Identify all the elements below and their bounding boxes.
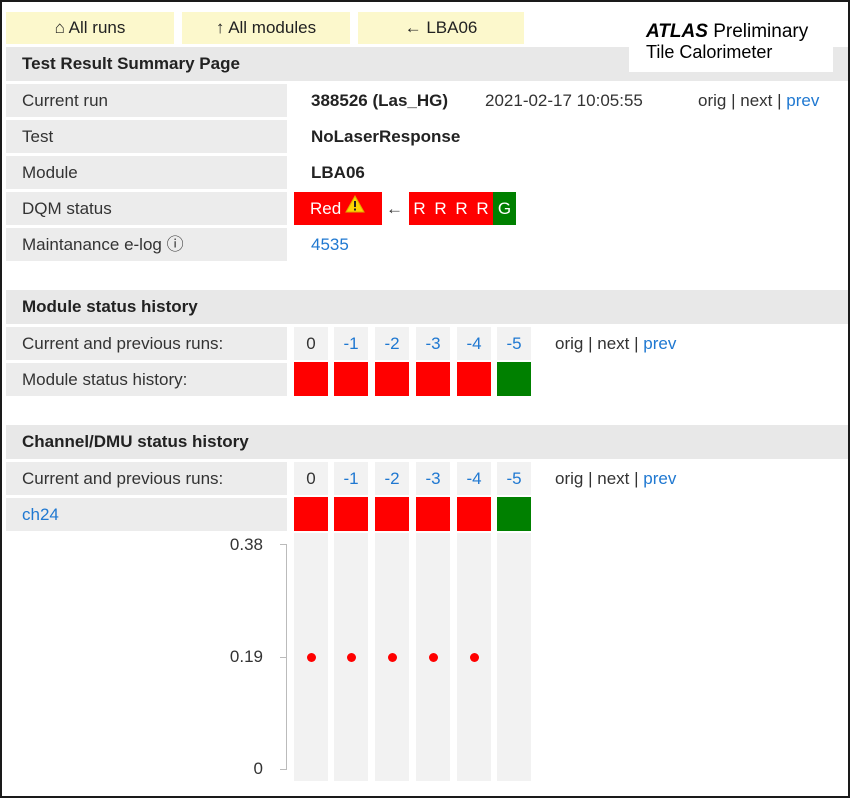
dqm-history-cell: R [430,192,451,225]
run-offset-link[interactable]: -2 [375,462,409,495]
channel-status-cell[interactable] [334,497,368,531]
orig-link[interactable]: orig [555,334,583,353]
channel-runs-label: Current and previous runs: [6,462,287,495]
orig-link[interactable]: orig [555,469,583,488]
y-tick-mark [280,544,287,545]
module-status-cell[interactable] [416,362,450,396]
tile-calorimeter-label: Tile Calorimeter [646,42,773,62]
dqm-status-badge: Red [294,192,382,225]
run-offset-link[interactable]: -1 [334,327,368,360]
run-offset-link[interactable]: -3 [416,462,450,495]
warning-icon [345,191,366,224]
dqm-history-cell: R [451,192,472,225]
run-offset-link[interactable]: -2 [375,327,409,360]
module-status-cell[interactable] [334,362,368,396]
channel-history-section-title: Channel/DMU status history [6,425,848,459]
dqm-status-text: Red [310,199,342,218]
test-value: NoLaserResponse [311,127,461,146]
run-offset-link[interactable]: -4 [457,462,491,495]
atlas-label: ATLAS [646,21,708,42]
all-modules-button[interactable]: ↑ All modules [182,12,350,44]
dqm-history-arrow: ← [386,199,403,218]
y-tick-mark [280,657,287,658]
atlas-watermark: ATLAS Preliminary Tile Calorimeter [629,16,833,72]
next-link[interactable]: next [740,91,772,110]
y-tick-label: 0 [253,759,263,778]
module-status-label: Module status history: [6,363,287,396]
channel-status-cell[interactable] [375,497,409,531]
chart-column [497,533,531,781]
module-value: LBA06 [311,163,365,182]
nav-separator: | [772,91,787,110]
module-status-cell[interactable] [375,362,409,396]
nav-separator: | [629,469,644,488]
test-label: Test [6,120,287,153]
module-runs-label: Current and previous runs: [6,327,287,360]
nav-separator: | [583,334,598,353]
elog-link[interactable]: 4535 [311,228,349,261]
preliminary-label: Preliminary [713,21,809,42]
current-run-datetime: 2021-02-17 10:05:55 [485,91,643,110]
y-tick-label: 0.38 [229,535,263,554]
channel-run-nav-links: orig | next | prev [555,462,676,495]
module-history-section-title: Module status history [6,290,848,324]
prev-link[interactable]: prev [786,91,819,110]
module-status-cell[interactable] [294,362,328,396]
run-offset-link[interactable]: -1 [334,462,368,495]
run-offset-label: 0 [294,327,328,360]
channel-status-cell[interactable] [294,497,328,531]
channel-status-cell[interactable] [457,497,491,531]
orig-link[interactable]: orig [698,91,726,110]
all-runs-button[interactable]: ⌂ All runs [6,12,174,44]
run-offset-link[interactable]: -5 [497,327,531,360]
data-point [387,652,397,662]
run-offset-link[interactable]: -4 [457,327,491,360]
dqm-status-label: DQM status [6,192,287,225]
data-point [469,652,479,662]
prev-link[interactable]: prev [643,469,676,488]
run-offset-label: 0 [294,462,328,495]
nav-separator: | [583,469,598,488]
module-status-cell[interactable] [457,362,491,396]
prev-link[interactable]: prev [643,334,676,353]
next-link[interactable]: next [597,469,629,488]
current-run-value: 388526 (Las_HG) [311,91,449,110]
module-label: Module [6,156,287,189]
module-run-nav-links: orig | next | prev [555,327,676,360]
back-to-module-button[interactable]: ← LBA06 [358,12,524,44]
elog-label: Maintanance e-log ⓘ [6,228,287,261]
nav-separator: | [726,91,741,110]
dqm-history-cell: R [472,192,493,225]
y-tick-mark [280,769,287,770]
nav-separator: | [629,334,644,353]
y-tick-label: 0.19 [229,647,263,666]
channel-link[interactable]: ch24 [6,498,287,531]
run-nav-links: orig | next | prev [698,84,819,117]
run-offset-link[interactable]: -5 [497,462,531,495]
channel-status-cell[interactable] [497,497,531,531]
current-run-label: Current run [6,84,287,117]
module-status-cell[interactable] [497,362,531,396]
next-link[interactable]: next [597,334,629,353]
run-offset-link[interactable]: -3 [416,327,450,360]
dqm-history-cell: G [493,192,516,225]
data-point [346,652,356,662]
channel-status-cell[interactable] [416,497,450,531]
data-point [306,652,316,662]
dqm-history-cell: R [409,192,430,225]
data-point [428,652,438,662]
